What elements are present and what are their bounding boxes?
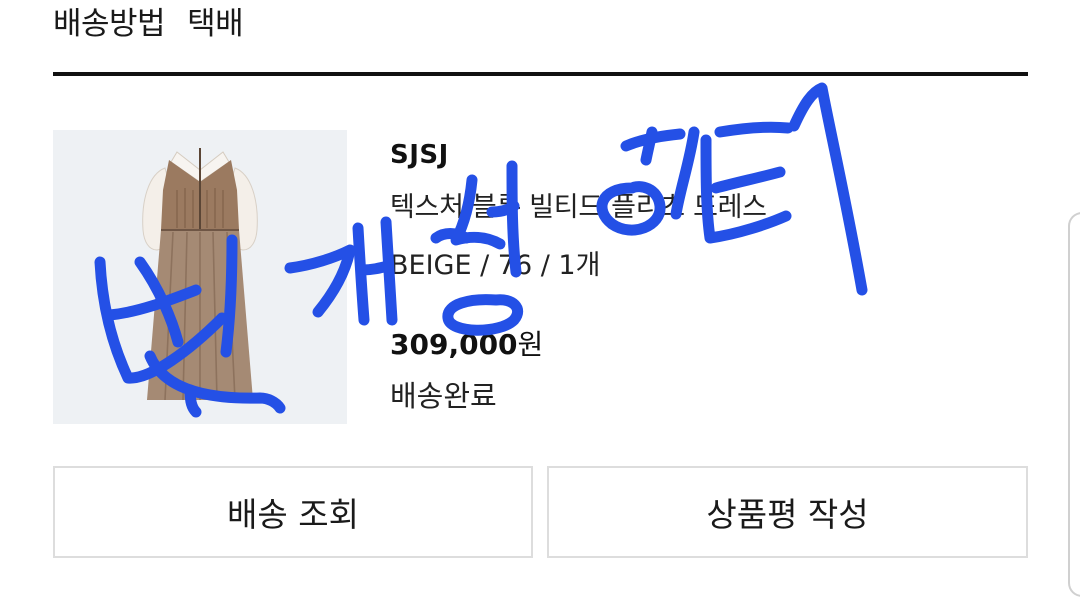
adjacent-panel-edge [1068,212,1080,597]
brand-name[interactable]: SJSJ [390,140,449,170]
product-image[interactable] [53,130,347,424]
write-review-button[interactable]: 상품평 작성 [547,466,1028,558]
price-amount: 309,000 [390,328,518,361]
dress-illustration [142,148,258,401]
shipping-method-label: 배송방법 [53,5,166,42]
product-price: 309,000원 [390,323,543,363]
product-name[interactable]: 텍스처 블록 빌티드 플리츠 드레스 [390,185,767,224]
track-delivery-button[interactable]: 배송 조회 [53,466,533,558]
product-option: BEIGE / 76 / 1개 [390,250,601,281]
delivery-status: 배송완료 [390,379,497,413]
shipping-method-value: 택배 [187,5,244,42]
shipping-method-row: 배송방법 택배 [53,0,244,42]
price-unit: 원 [517,328,544,361]
section-divider [53,72,1028,76]
